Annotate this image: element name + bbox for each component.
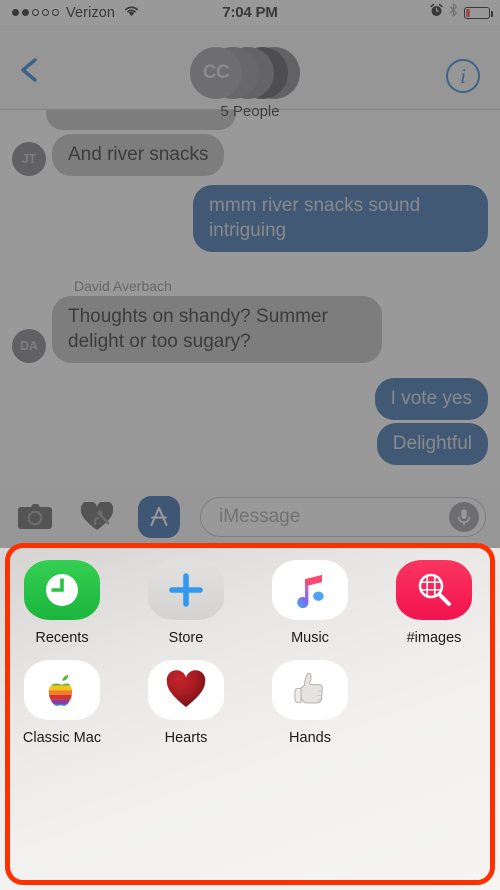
thumbs-up-icon[interactable] [272,660,348,720]
app-item-hearts[interactable]: Hearts [124,660,248,746]
app-item-classic-mac[interactable]: Classic Mac [0,660,124,746]
message-text: And river snacks [68,144,209,165]
red-heart-icon[interactable] [148,660,224,720]
imessage-app-drawer[interactable]: Recents Store Music #images Classic Mac … [0,548,500,890]
app-item-store[interactable]: Store [124,560,248,646]
app-label: Hands [289,730,331,746]
app-label: Classic Mac [22,730,102,746]
message-bubble[interactable]: Delightful [376,423,488,465]
rainbow-apple-icon[interactable] [24,660,100,720]
bubble-tail-icon [46,160,62,176]
app-label: Hearts [164,730,208,746]
message-bubble[interactable]: And river snacks [52,134,225,176]
app-item-music[interactable]: Music [248,560,372,646]
info-circle-icon[interactable]: i [446,59,480,93]
avatar: DA [12,329,46,363]
bubble-tail-icon [478,236,494,252]
bubble-tail-icon [46,347,62,363]
alarm-clock-icon [430,3,443,22]
message-text: Delightful [392,433,472,454]
list-item[interactable]: DA Thoughts on shandy? Summer delight or… [12,296,382,363]
app-label: Recents [35,630,89,646]
navigation-bar: CC 5 People i [0,25,500,120]
list-item[interactable]: mmm river snacks sound intriguing [193,185,488,252]
image-search-icon[interactable] [396,560,472,620]
list-item[interactable]: Delightful [376,423,488,465]
group-header[interactable]: CC 5 People [0,47,500,120]
group-name-label: 5 People [220,103,280,120]
iphone-screen: Verizon 7:04 PM CC 5 People i JT And riv… [0,0,500,890]
camera-icon[interactable] [14,496,56,538]
avatar-1: CC [190,47,242,99]
message-bubble[interactable]: I vote yes [374,378,488,420]
bluetooth-icon [449,3,458,22]
message-text: Thoughts on shandy? Summer delight or to… [68,306,328,352]
microphone-icon[interactable] [449,501,479,532]
status-bar-right [430,3,493,22]
battery-icon [464,6,493,19]
compose-toolbar: iMessage [0,485,500,548]
bubble-tail-icon [478,449,494,465]
app-grid: Recents Store Music #images Classic Mac … [0,548,500,760]
message-bubble[interactable]: mmm river snacks sound intriguing [193,185,488,252]
clock-icon[interactable] [24,560,100,620]
message-placeholder: iMessage [219,505,301,527]
avatar: JT [12,142,46,176]
imessage-app-store-icon[interactable] [138,495,180,538]
list-item[interactable]: I vote yes [374,378,488,420]
message-text: mmm river snacks sound intriguing [209,195,421,241]
status-bar: Verizon 7:04 PM [0,0,500,25]
message-list[interactable]: JT And river snacks mmm river snacks sou… [0,110,500,485]
app-label: Store [168,630,204,646]
app-label: #images [406,630,462,646]
music-note-icon[interactable] [272,560,348,620]
avatar-stack: CC [190,47,310,99]
info-letter: i [460,63,466,88]
message-sender-label: David Averbach [74,278,172,294]
app-item-images[interactable]: #images [372,560,496,646]
message-bubble[interactable]: Thoughts on shandy? Summer delight or to… [52,296,382,363]
app-label: Music [291,630,329,646]
message-text: I vote yes [390,388,472,409]
app-item-recents[interactable]: Recents [0,560,124,646]
app-item-hands[interactable]: Hands [248,660,372,746]
digital-touch-heart-icon[interactable] [76,496,118,538]
list-item[interactable]: JT And river snacks [12,134,225,176]
clock-label: 7:04 PM [222,4,278,21]
search-input[interactable]: iMessage [200,496,486,537]
plus-icon[interactable] [148,560,224,620]
